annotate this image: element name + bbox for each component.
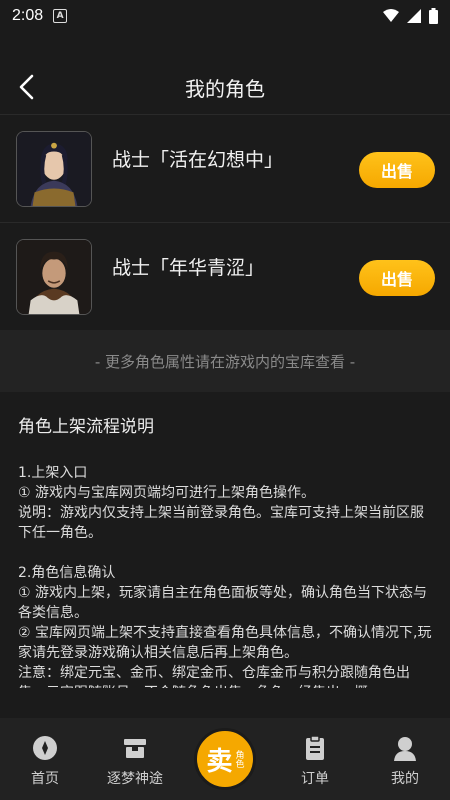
tab-label: 逐梦神途	[107, 771, 163, 787]
tab-label: 订单	[301, 771, 329, 787]
status-time: 2:08	[12, 7, 44, 24]
notification-icon: A	[53, 9, 68, 23]
instructions-text: ① 游戏内与宝库网页端均可进行上架角色操作。	[18, 485, 315, 501]
warrior-portrait-icon	[17, 240, 91, 314]
game-icon	[124, 739, 146, 758]
tab-orders[interactable]: 订单	[275, 734, 355, 788]
order-icon	[306, 735, 324, 760]
header: 我的角色	[0, 60, 450, 114]
role-avatar	[16, 131, 92, 207]
role-avatar	[16, 239, 92, 315]
tab-game[interactable]: 逐梦神途	[95, 734, 175, 788]
role-list: 战士「活在幻想中」 出售 战士「年华青涩」 出售	[0, 114, 450, 330]
profile-icon	[394, 737, 416, 761]
tab-label: 我的	[391, 771, 419, 787]
status-icons	[383, 8, 438, 24]
signal-icon	[407, 9, 421, 23]
sell-role-sub-label: 角色	[233, 750, 244, 768]
sell-role-main-label: 卖	[206, 746, 233, 777]
role-name: 战士「年华青涩」	[112, 257, 265, 279]
sell-role-tab-button[interactable]: 卖 角色	[194, 728, 256, 790]
tab-profile[interactable]: 我的	[365, 734, 445, 788]
instructions-heading: 1.上架入口	[18, 465, 88, 481]
instructions-text: ① 游戏内上架，玩家请自主在角色面板等处，确认角色当下状态与各类信息。	[18, 585, 427, 621]
back-button[interactable]	[10, 70, 44, 104]
status-bar: 2:08 A	[0, 0, 450, 32]
role-item: 战士「年华青涩」 出售	[0, 222, 450, 330]
vault-hint: - 更多角色属性请在游戏内的宝库查看 -	[0, 330, 450, 392]
tab-home[interactable]: 首页	[5, 734, 85, 788]
tab-label: 首页	[31, 771, 59, 787]
instructions-text: 注意：绑定元宝、金币、绑定金币、仓库金币与积分跟随角色出售，元宝跟随账号，不会随…	[18, 665, 410, 688]
battery-icon	[429, 8, 438, 24]
sell-button[interactable]: 出售	[359, 152, 435, 188]
home-icon	[33, 736, 57, 760]
instructions-text: 说明：游戏内仅支持上架当前登录角色。宝库可支持上架当前区服下任一角色。	[18, 505, 424, 541]
wifi-icon	[383, 9, 399, 22]
instructions-heading: 2.角色信息确认	[18, 565, 116, 581]
listing-instructions: 角色上架流程说明 1.上架入口 ① 游戏内与宝库网页端均可进行上架角色操作。 说…	[0, 392, 450, 688]
role-item: 战士「活在幻想中」 出售	[0, 114, 450, 222]
instructions-title: 角色上架流程说明	[18, 417, 154, 437]
page-title: 我的角色	[185, 76, 265, 101]
instructions-text: ② 宝库网页端上架不支持直接查看角色具体信息，不确认情况下,玩家请先登录游戏确认…	[18, 625, 432, 661]
warrior-portrait-icon	[17, 132, 91, 206]
role-name: 战士「活在幻想中」	[112, 149, 284, 171]
back-arrow-icon	[19, 74, 34, 100]
sell-button[interactable]: 出售	[359, 260, 435, 296]
